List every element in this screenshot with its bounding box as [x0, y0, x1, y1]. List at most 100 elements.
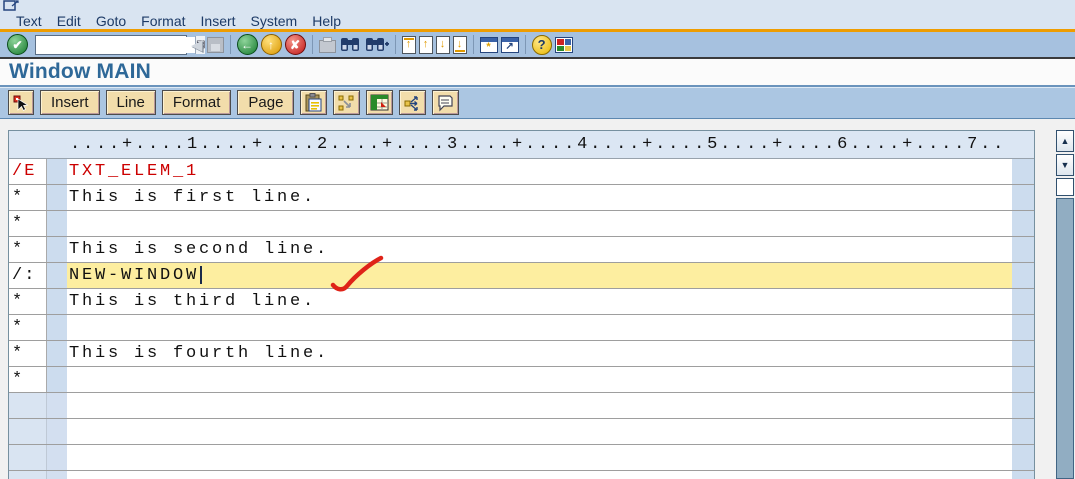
first-page-button[interactable]: ↑: [401, 35, 416, 54]
help-button[interactable]: ?: [531, 34, 552, 55]
insert-button[interactable]: Insert: [40, 90, 100, 115]
color-tile: [556, 45, 564, 51]
editor-row[interactable]: /E TXT_ELEM_1: [9, 159, 1034, 185]
cancel-button[interactable]: ✘: [284, 34, 306, 55]
clipboard-icon: [305, 92, 322, 111]
text-line-cell[interactable]: This is third line.: [67, 289, 1012, 314]
cursor-select-icon: [13, 95, 29, 111]
text-line-cell[interactable]: [67, 211, 1012, 236]
color-tile: [556, 38, 564, 45]
format-key-cell[interactable]: *: [9, 289, 47, 314]
text-line-cell[interactable]: [67, 419, 1012, 444]
create-shortcut-button[interactable]: ↗: [500, 36, 519, 53]
toolbar-separator: [472, 35, 474, 54]
gutter-strip: [47, 367, 67, 392]
format-key-cell[interactable]: [9, 393, 47, 418]
format-key-cell[interactable]: *: [9, 185, 47, 210]
back-button[interactable]: ←: [236, 34, 258, 55]
editor-row[interactable]: [9, 471, 1034, 479]
print-button[interactable]: [318, 36, 336, 53]
next-page-button[interactable]: ↓: [435, 35, 450, 54]
flow-logic-button[interactable]: [399, 90, 427, 115]
text-line-cell[interactable]: [67, 445, 1012, 470]
find-button[interactable]: [340, 36, 361, 53]
format-key-cell[interactable]: /:: [9, 263, 47, 288]
scroll-down-button[interactable]: ▼: [1056, 154, 1074, 176]
gutter-strip: [47, 211, 67, 236]
text-line-cell[interactable]: This is fourth line.: [67, 341, 1012, 366]
menu-system[interactable]: System: [251, 14, 298, 29]
vertical-scrollbar: ▲ ▼: [1056, 130, 1074, 479]
format-key-cell[interactable]: *: [9, 315, 47, 340]
back-arrow-icon: ←: [241, 37, 254, 52]
menu-help[interactable]: Help: [312, 14, 341, 29]
paste-button[interactable]: [300, 90, 328, 115]
enter-button[interactable]: ✔: [7, 34, 28, 55]
comment-button[interactable]: [432, 90, 460, 115]
last-page-button[interactable]: ↓: [452, 35, 467, 54]
text-line-cell[interactable]: [67, 393, 1012, 418]
editor-row[interactable]: *: [9, 211, 1034, 237]
text-line-cell[interactable]: [67, 367, 1012, 392]
format-key-cell[interactable]: [9, 445, 47, 470]
previous-page-button[interactable]: ↑: [418, 35, 433, 54]
menu-edit[interactable]: Edit: [57, 14, 81, 29]
find-next-button[interactable]: [365, 36, 389, 53]
editor-row[interactable]: [9, 419, 1034, 445]
right-margin-strip: [1012, 185, 1034, 210]
right-margin-strip: [1012, 445, 1034, 470]
text-line-cell[interactable]: NEW-WINDOW: [67, 263, 1012, 288]
line-button[interactable]: Line: [105, 90, 156, 115]
scrollbar-track[interactable]: [1056, 178, 1074, 196]
command-field[interactable]: [36, 36, 195, 53]
right-margin-strip: [1012, 211, 1034, 236]
shortcut-arrow-icon: ↗: [505, 41, 514, 52]
back-triangle-icon[interactable]: ◀: [191, 36, 203, 54]
menu-goto[interactable]: Goto: [96, 14, 126, 29]
text-line-cell[interactable]: This is second line.: [67, 237, 1012, 262]
text-line-cell[interactable]: [67, 315, 1012, 340]
format-key-cell[interactable]: *: [9, 341, 47, 366]
right-margin-strip: [1012, 341, 1034, 366]
gutter-strip: [47, 185, 67, 210]
editor-row[interactable]: * This is second line.: [9, 237, 1034, 263]
page-title: Window MAIN: [9, 60, 151, 83]
text-line-cell[interactable]: [67, 471, 1012, 479]
menu-format[interactable]: Format: [141, 14, 185, 29]
editor-row[interactable]: * This is first line.: [9, 185, 1034, 211]
format-key-cell[interactable]: *: [9, 211, 47, 236]
exit-button[interactable]: ↑: [260, 34, 282, 55]
editor-row[interactable]: *: [9, 315, 1034, 341]
page-button[interactable]: Page: [237, 90, 295, 115]
editor-row[interactable]: * This is third line.: [9, 289, 1034, 315]
editor-row[interactable]: * This is fourth line.: [9, 341, 1034, 367]
new-session-button[interactable]: *: [479, 36, 498, 53]
insert-graphic-button[interactable]: [333, 90, 361, 115]
editor-row[interactable]: *: [9, 367, 1034, 393]
editor-row[interactable]: [9, 393, 1034, 419]
text-line-cell[interactable]: This is first line.: [67, 185, 1012, 210]
select-element-button[interactable]: [8, 90, 34, 115]
format-button[interactable]: Format: [161, 90, 232, 115]
format-key-cell[interactable]: [9, 471, 47, 479]
save-button[interactable]: [206, 36, 224, 53]
application-toolbar: Insert Line Format Page: [0, 87, 1075, 119]
table-settings-button[interactable]: [366, 90, 394, 115]
editor-row[interactable]: [9, 445, 1034, 471]
text-line-cell[interactable]: TXT_ELEM_1: [67, 159, 1012, 184]
format-key-cell[interactable]: *: [9, 367, 47, 392]
page-down-icon: ↓: [456, 38, 463, 50]
page-down-icon: ↓: [439, 38, 446, 50]
editor-row[interactable]: /: NEW-WINDOW: [9, 263, 1034, 289]
red-check-annotation: [330, 255, 388, 295]
format-key-cell[interactable]: /E: [9, 159, 47, 184]
menu-insert[interactable]: Insert: [201, 14, 236, 29]
scrollbar-thumb[interactable]: [1056, 198, 1074, 479]
customize-layout-button[interactable]: [554, 36, 573, 53]
editor-ruler: ....+....1....+....2....+....3....+....4…: [9, 131, 1034, 159]
menu-text[interactable]: Text: [16, 14, 42, 29]
format-key-cell[interactable]: *: [9, 237, 47, 262]
right-margin-strip: [1012, 237, 1034, 262]
format-key-cell[interactable]: [9, 419, 47, 444]
scroll-up-button[interactable]: ▲: [1056, 130, 1074, 152]
